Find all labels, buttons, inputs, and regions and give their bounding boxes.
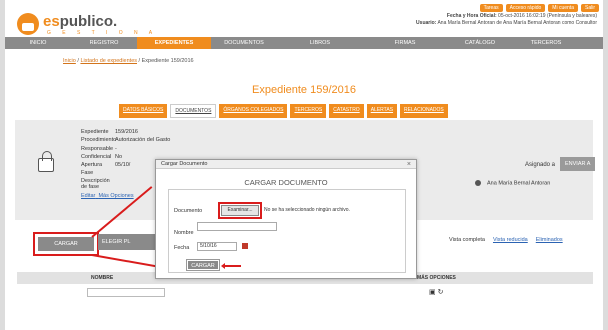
dialog-form: Documento Examinar... No se ha seleccion… (168, 189, 406, 273)
row-actions: ▣ ↻ (429, 288, 443, 296)
tab-datos-basicos[interactable]: DATOS BÁSICOS (119, 104, 168, 118)
vista-reducida-link[interactable]: Vista reducida (493, 237, 528, 243)
breadcrumb-listado[interactable]: Listado de expedientes (80, 58, 137, 64)
nav-terceros[interactable]: TERCEROS (513, 37, 579, 49)
tab-documentos[interactable]: DOCUMENTOS (170, 104, 217, 118)
examinar-button[interactable]: Examinar... (218, 202, 262, 219)
dialog-titlebar: Cargar Documento × (156, 160, 416, 169)
search-icon[interactable]: ▣ (429, 289, 436, 296)
logo-icon (17, 13, 39, 35)
enviar-a-button[interactable]: ENVIAR A (560, 157, 596, 171)
session-info: Fecha y Hora Oficial: 05-oct-2016 16:02:… (416, 13, 597, 26)
page: espublico. G E S T I O N A Tareas Acceso… (5, 0, 603, 330)
salir-link[interactable]: Salir (580, 4, 599, 12)
tareas-link[interactable]: Tareas (479, 4, 503, 12)
nav-libros[interactable]: LIBROS (277, 37, 363, 49)
breadcrumb: Inicio / Listado de expedientes / Expedi… (63, 58, 194, 64)
asignado-label: Asignado a (525, 162, 556, 168)
nombre-filter-input[interactable] (87, 288, 165, 297)
logo-subtitle: G E S T I O N A (47, 30, 158, 36)
tab-catastro[interactable]: CATASTRO (329, 104, 364, 118)
dialog-heading: CARGAR DOCUMENTO (244, 178, 328, 187)
nav-catalogo[interactable]: CATÁLOGO (447, 37, 513, 49)
user-icon (475, 180, 481, 186)
calendar-icon[interactable] (242, 243, 248, 249)
nombre-label: Nombre (174, 230, 194, 236)
documento-label: Documento (174, 208, 203, 214)
column-mas-opciones: MÁS OPCIONES (417, 275, 456, 281)
cargar-documento-button[interactable]: CARGAR DOCUMENTO (33, 232, 99, 261)
tab-relacionados[interactable]: RELACIONADOS (400, 104, 448, 118)
refresh-icon[interactable]: ↻ (438, 289, 444, 296)
tab-bar: DATOS BÁSICOS DOCUMENTOS ÓRGANOS COLEGIA… (119, 104, 448, 118)
mas-opciones-link[interactable]: Más Opciones (98, 193, 133, 199)
nav-firmas[interactable]: FIRMAS (363, 37, 447, 49)
vista-completa-link[interactable]: Vista completa (449, 237, 485, 243)
acceso-rapido-link[interactable]: Acceso rápido (505, 4, 546, 12)
mi-cuenta-link[interactable]: Mi cuenta (548, 4, 578, 12)
view-options: Vista completa Vista reducida Eliminados (449, 237, 563, 243)
breadcrumb-inicio[interactable]: Inicio (63, 58, 76, 64)
page-title: Expediente 159/2016 (252, 84, 356, 96)
arrow-annotation (221, 263, 241, 269)
header: espublico. G E S T I O N A Tareas Acceso… (5, 0, 603, 36)
eliminados-link[interactable]: Eliminados (536, 237, 563, 243)
fecha-input[interactable]: 5/10/16 (197, 242, 237, 251)
nav-expedientes[interactable]: EXPEDIENTES (137, 37, 211, 49)
column-nombre[interactable]: NOMBRE (91, 275, 113, 281)
elegir-plantilla-button[interactable]: ELEGIR PL (98, 234, 158, 250)
no-file-text: No se ha seleccionado ningún archivo. (264, 207, 350, 213)
cargar-documento-dialog: Cargar Documento × CARGAR DOCUMENTO Docu… (155, 159, 417, 279)
fecha-label: Fecha (174, 245, 190, 251)
tab-terceros[interactable]: TERCEROS (290, 104, 327, 118)
nombre-input[interactable] (197, 222, 277, 231)
lock-icon (38, 151, 54, 172)
nav-documentos[interactable]: DOCUMENTOS (211, 37, 277, 49)
nav-registro[interactable]: REGISTRO (71, 37, 137, 49)
nav-inicio[interactable]: INICIO (5, 37, 71, 49)
top-links: Tareas Acceso rápido Mi cuenta Salir (479, 4, 599, 12)
tab-alertas[interactable]: ALERTAS (366, 104, 398, 118)
cargar-submit-button[interactable]: CARGAR (186, 259, 220, 271)
tab-organos-colegiados[interactable]: ÓRGANOS COLEGIADOS (219, 104, 288, 118)
editar-link[interactable]: Editar (81, 193, 95, 199)
close-icon[interactable]: × (407, 160, 411, 169)
main-nav: INICIO REGISTRO EXPEDIENTES DOCUMENTOS L… (5, 37, 603, 49)
logo-text: espublico. (43, 13, 118, 30)
breadcrumb-current: / Expediente 159/2016 (137, 58, 194, 64)
assigned-person: Ana María Bernal Antoran (475, 180, 550, 186)
